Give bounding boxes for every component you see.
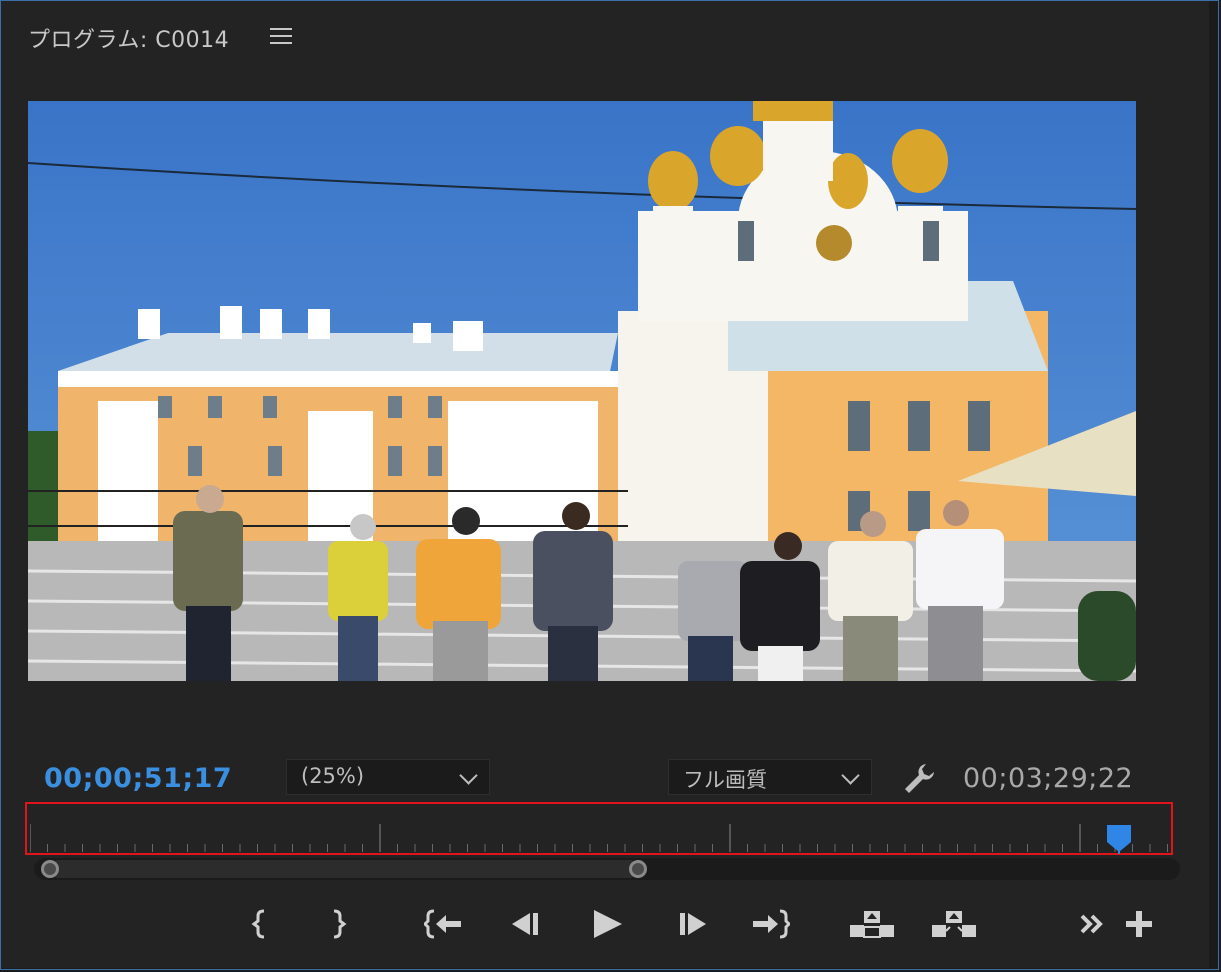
chevron-down-icon <box>459 766 478 785</box>
step-forward-icon[interactable] <box>676 905 710 943</box>
panel-edge-bottom <box>0 968 1221 972</box>
mark-out-icon[interactable] <box>326 905 348 943</box>
duration-timecode: 00;03;29;22 <box>963 763 1134 794</box>
step-back-icon[interactable] <box>508 905 542 943</box>
playback-quality-value: フル画質 <box>683 768 767 792</box>
button-editor-icon[interactable] <box>1124 905 1154 943</box>
more-controls-icon[interactable] <box>1078 905 1106 943</box>
lift-icon[interactable] <box>848 905 896 943</box>
panel-edge <box>1209 0 1221 972</box>
zoom-level-value: (25%) <box>301 764 365 788</box>
go-to-out-icon[interactable] <box>750 905 790 943</box>
playhead-marker[interactable] <box>1106 824 1132 854</box>
zoom-level-select[interactable]: (25%) <box>286 759 490 795</box>
chevron-down-icon <box>841 766 860 785</box>
go-to-in-icon[interactable] <box>424 905 464 943</box>
mark-in-icon[interactable] <box>250 905 272 943</box>
play-icon[interactable] <box>590 905 624 943</box>
zoom-scrollbar-thumb[interactable] <box>50 860 639 878</box>
panel-menu-icon[interactable] <box>270 28 292 48</box>
zoom-scrollbar-left-handle[interactable] <box>41 860 59 878</box>
panel-title: プログラム: C0014 <box>28 28 230 53</box>
settings-wrench-icon[interactable] <box>900 760 936 796</box>
program-monitor-video[interactable] <box>28 101 1136 681</box>
extract-icon[interactable] <box>930 905 978 943</box>
current-timecode[interactable]: 00;00;51;17 <box>44 763 232 794</box>
time-ruler-highlight <box>25 802 1173 855</box>
playback-quality-select[interactable]: フル画質 <box>668 759 872 795</box>
